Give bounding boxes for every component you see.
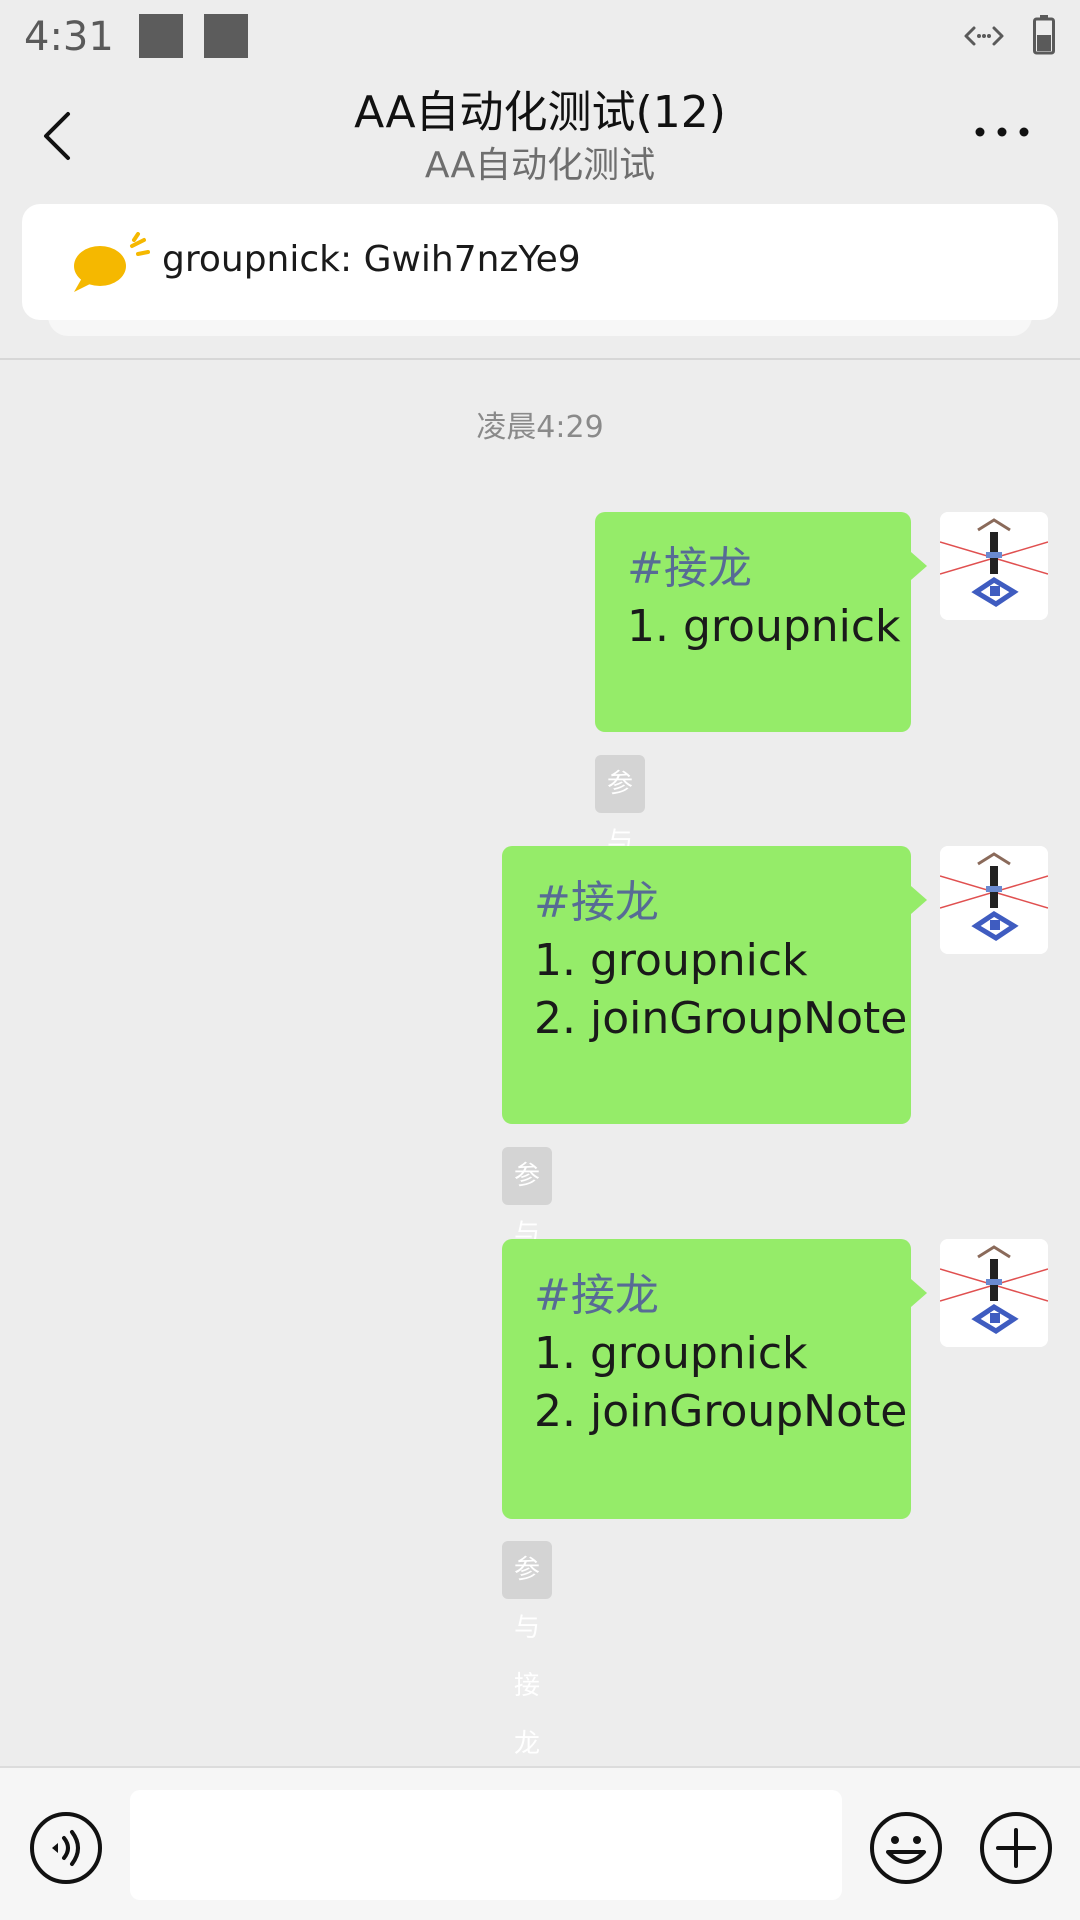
bubble-tail (911, 1279, 927, 1307)
battery-icon (1033, 15, 1055, 55)
speech-bubble-icon (74, 232, 150, 292)
join-solitaire-button[interactable]: 参与接龙 (502, 1147, 553, 1365)
message-bubble[interactable]: #接龙 1. groupnick 2. joinGroupNote (502, 846, 911, 1124)
message-lines: 1. groupnick (627, 601, 901, 652)
emoji-icon[interactable] (868, 1810, 944, 1886)
join-solitaire-button[interactable]: 参与接龙 (595, 755, 646, 973)
divider (0, 358, 1080, 360)
message-lines: 1. groupnick 2. joinGroupNote (534, 935, 908, 1044)
chat-subtitle: AA自动化测试 (424, 145, 656, 186)
message-bubble[interactable]: #接龙 1. groupnick 2. joinGroupNote (502, 1239, 911, 1519)
message-timestamp: 凌晨4:29 (476, 410, 604, 445)
message-bubble[interactable]: #接龙 1. groupnick (595, 512, 911, 732)
chat-header: AA自动化测试(12) AA自动化测试 (0, 76, 1080, 196)
data-transfer-icon (964, 26, 1004, 46)
notice-text: groupnick: Gwih7nzYe9 (162, 239, 581, 280)
avatar[interactable] (940, 846, 1048, 954)
solitaire-tag[interactable]: #接龙 (534, 877, 659, 928)
input-bar (0, 1766, 1080, 1920)
notification-icon (204, 14, 248, 58)
status-bar: 4:31 (0, 0, 1080, 76)
message-lines: 1. groupnick 2. joinGroupNote (534, 1328, 908, 1437)
more-dots-icon[interactable] (970, 112, 1034, 152)
message-input[interactable] (130, 1790, 842, 1900)
avatar[interactable] (940, 1239, 1048, 1347)
group-notice-card[interactable]: groupnick: Gwih7nzYe9 (22, 204, 1058, 320)
status-time: 4:31 (24, 14, 114, 60)
chat-title: AA自动化测试(12) (354, 87, 726, 138)
solitaire-tag[interactable]: #接龙 (534, 1270, 659, 1321)
avatar[interactable] (940, 512, 1048, 620)
join-solitaire-button[interactable]: 参与接龙 (502, 1541, 553, 1759)
solitaire-tag[interactable]: #接龙 (627, 543, 752, 594)
voice-icon[interactable] (28, 1810, 104, 1886)
notification-icon (139, 14, 183, 58)
bubble-tail (911, 552, 927, 580)
plus-circle-icon[interactable] (978, 1810, 1054, 1886)
bubble-tail (911, 886, 927, 914)
